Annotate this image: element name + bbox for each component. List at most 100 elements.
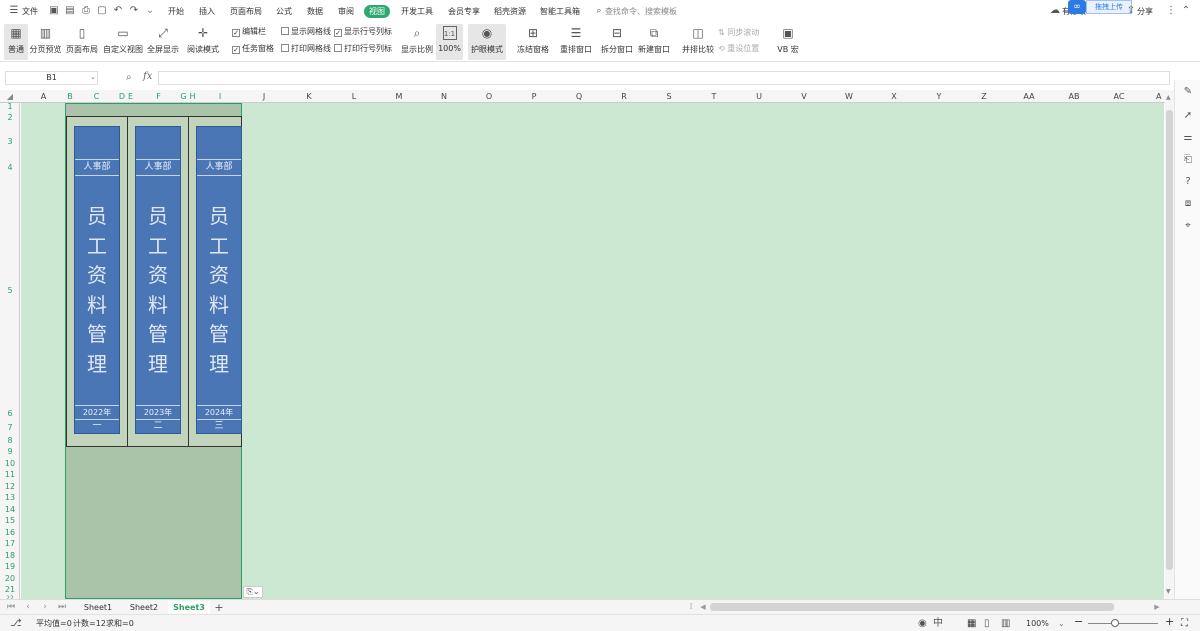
- column-header-cell[interactable]: S: [647, 90, 691, 103]
- help-icon[interactable]: ?: [1182, 176, 1194, 188]
- tab-member[interactable]: 会员专享: [448, 6, 480, 18]
- tab-formula[interactable]: 公式: [276, 6, 292, 18]
- row-header-cell[interactable]: 20: [0, 573, 19, 584]
- task-pane-checkbox[interactable]: ✓ 任务窗格: [232, 43, 274, 54]
- cloud-icon[interactable]: ☁: [1049, 5, 1061, 17]
- more-icon[interactable]: ⋮: [1165, 5, 1177, 17]
- vertical-scroll-thumb[interactable]: [1166, 110, 1173, 570]
- last-sheet-icon[interactable]: ⏭: [57, 601, 67, 614]
- row-header-cell[interactable]: 18: [0, 550, 19, 561]
- reading-mode-button[interactable]: ✛ 阅读模式: [183, 24, 223, 60]
- undo-icon[interactable]: ↶: [112, 5, 124, 17]
- column-header-cell[interactable]: L: [332, 90, 376, 103]
- paste-options-icon[interactable]: ⎘⌄: [243, 586, 263, 598]
- page-layout-view-button[interactable]: ▯ 页面布局: [65, 24, 99, 60]
- horizontal-scroll-thumb[interactable]: [710, 603, 1114, 611]
- column-header-cell[interactable]: D: [118, 90, 126, 103]
- add-sheet-icon[interactable]: +: [214, 601, 224, 614]
- name-box[interactable]: B1: [5, 71, 98, 85]
- backup-icon[interactable]: ⎗: [1182, 154, 1194, 166]
- select-cursor-icon[interactable]: ➚: [1182, 110, 1194, 122]
- column-header-cell[interactable]: E: [126, 90, 135, 103]
- worksheet-grid[interactable]: 人事部 员 工 资 料 管 理 2022年 一 人事部 员 工 资 料 管 理 …: [21, 103, 1164, 599]
- row-header-cell[interactable]: 9: [0, 446, 19, 458]
- zoom-out-icon[interactable]: −: [1074, 616, 1083, 627]
- page-break-icon[interactable]: ▥: [1001, 618, 1010, 629]
- row-header-cell[interactable]: 3: [0, 124, 19, 160]
- print-preview-icon[interactable]: ▢: [96, 5, 108, 17]
- column-header-cell[interactable]: M: [377, 90, 421, 103]
- export-pdf-icon[interactable]: ▤: [64, 5, 76, 17]
- zoom-level[interactable]: 100%: [1026, 618, 1049, 629]
- fit-window-icon[interactable]: ⛶: [1181, 618, 1188, 629]
- column-header-cell[interactable]: AB: [1052, 90, 1096, 103]
- zoom-slider-track[interactable]: [1088, 623, 1158, 624]
- scroll-left-icon[interactable]: ◀: [698, 601, 708, 614]
- tab-start[interactable]: 开始: [168, 6, 184, 18]
- row-header-cell[interactable]: 6: [0, 407, 19, 421]
- column-header-cell[interactable]: R: [602, 90, 646, 103]
- binder-spine[interactable]: 人事部 员 工 资 料 管 理 2024年 三: [196, 126, 242, 434]
- split-handle-icon[interactable]: ⁞: [686, 601, 696, 614]
- column-header-cell[interactable]: X: [872, 90, 916, 103]
- row-header-cell[interactable]: 5: [0, 175, 19, 407]
- column-header-cell[interactable]: AA: [1007, 90, 1051, 103]
- scroll-right-icon[interactable]: ▶: [1152, 601, 1162, 614]
- normal-view-icon[interactable]: ▦: [967, 618, 976, 629]
- column-header-cell[interactable]: K: [287, 90, 331, 103]
- row-header-cell[interactable]: 11: [0, 469, 19, 481]
- tab-view[interactable]: 视图: [364, 5, 390, 18]
- row-header-cell[interactable]: 13: [0, 492, 19, 504]
- sync-scroll-toggle[interactable]: ⇅ 同步滚动: [718, 27, 759, 38]
- first-sheet-icon[interactable]: ⏮: [6, 601, 16, 614]
- file-menu[interactable]: 文件: [22, 6, 38, 18]
- column-header-cell[interactable]: T: [692, 90, 736, 103]
- arrange-windows-button[interactable]: ☰ 重排窗口: [557, 24, 595, 60]
- row-header-cell[interactable]: 19: [0, 561, 19, 573]
- input-method-icon[interactable]: 中: [933, 618, 943, 629]
- row-header-cell[interactable]: 10: [0, 458, 19, 469]
- redo-icon[interactable]: ↷: [128, 5, 140, 17]
- style-icon[interactable]: ✎: [1182, 86, 1194, 98]
- eye-icon[interactable]: ◉: [918, 618, 927, 629]
- command-search[interactable]: 查找命令、搜索模板: [605, 6, 677, 18]
- chevron-down-icon[interactable]: ⌄: [144, 5, 156, 17]
- share-button[interactable]: 分享: [1137, 6, 1153, 18]
- custom-view-button[interactable]: ▭ 自定义视图: [102, 24, 144, 60]
- reset-position-toggle[interactable]: ⟲ 重设位置: [718, 43, 759, 54]
- page-layout-icon[interactable]: ▯: [984, 618, 990, 629]
- column-header-cell[interactable]: Z: [962, 90, 1006, 103]
- column-header-cell[interactable]: G: [179, 90, 188, 103]
- tab-data[interactable]: 数据: [307, 6, 323, 18]
- next-sheet-icon[interactable]: ›: [40, 601, 50, 614]
- column-header-cell[interactable]: U: [737, 90, 781, 103]
- column-header-cell[interactable]: P: [512, 90, 556, 103]
- row-header-cell[interactable]: 15: [0, 515, 19, 527]
- column-header-cell[interactable]: I: [200, 90, 240, 103]
- cloud-sync-icon[interactable]: ∞: [1068, 0, 1086, 14]
- vb-macro-button[interactable]: ▣ VB 宏: [773, 24, 803, 60]
- column-header-cell[interactable]: AC: [1097, 90, 1141, 103]
- tab-page-layout[interactable]: 页面布局: [230, 6, 262, 18]
- vertical-scrollbar[interactable]: ▲ ▼: [1165, 90, 1174, 599]
- print-gridlines-checkbox[interactable]: 打印网格线: [281, 43, 331, 54]
- properties-icon[interactable]: ⚌: [1182, 132, 1194, 144]
- row-header-cell[interactable]: 2: [0, 111, 19, 124]
- sheet-tab[interactable]: Sheet1: [78, 601, 118, 614]
- column-header-cell[interactable]: Y: [917, 90, 961, 103]
- row-header-cell[interactable]: 16: [0, 527, 19, 538]
- zoom-in-icon[interactable]: +: [1165, 616, 1174, 627]
- scroll-up-icon[interactable]: ▲: [1166, 94, 1171, 101]
- menu-icon[interactable]: ☰: [8, 5, 20, 17]
- eye-protection-button[interactable]: ◉ 护眼模式: [468, 24, 506, 60]
- side-by-side-button[interactable]: ◫ 并排比较: [681, 24, 715, 60]
- zoom-icon[interactable]: ⌕: [126, 72, 132, 83]
- binder-spine[interactable]: 人事部 员 工 资 料 管 理 2023年 二: [135, 126, 181, 434]
- chevron-down-icon[interactable]: ⌄: [90, 73, 96, 81]
- sheet-tab-active[interactable]: Sheet3: [168, 601, 210, 614]
- edit-bar-checkbox[interactable]: ✓ 编辑栏: [232, 26, 266, 37]
- column-header-cell[interactable]: O: [467, 90, 511, 103]
- column-header-cell[interactable]: H: [188, 90, 197, 103]
- sheet-tab[interactable]: Sheet2: [124, 601, 164, 614]
- zoom-dropdown-icon[interactable]: ⌄: [1058, 618, 1065, 629]
